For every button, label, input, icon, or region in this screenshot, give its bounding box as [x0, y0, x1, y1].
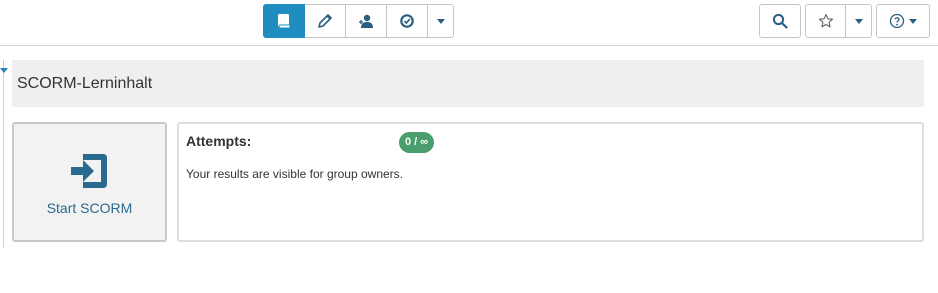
results-visibility-text: Your results are visible for group owner… [186, 167, 403, 181]
user-icon [359, 14, 373, 28]
bookmark-group [805, 4, 872, 38]
search-group [759, 4, 801, 38]
attempts-badge: 0 / ∞ [399, 132, 435, 153]
caret-down-icon [854, 18, 863, 24]
help-group [876, 4, 930, 38]
caret-down-icon [909, 18, 917, 24]
book-icon [278, 14, 291, 29]
help-icon [889, 13, 905, 29]
star-icon [818, 13, 833, 28]
view-content-button[interactable] [263, 4, 305, 38]
start-scorm-label: Start SCORM [46, 200, 133, 216]
more-actions-dropdown[interactable] [428, 4, 454, 38]
caret-down-icon [436, 18, 445, 24]
badge-check-icon [400, 14, 414, 28]
left-rail [0, 60, 4, 248]
help-dropdown[interactable] [876, 4, 930, 38]
search-icon [772, 13, 788, 29]
page-title: SCORM-Lerninhalt [17, 74, 153, 92]
learning-progress-button[interactable] [387, 4, 428, 38]
attempts-info-card: Attempts: 0 / ∞ Your results are visible… [177, 122, 924, 242]
start-scorm-button[interactable]: Start SCORM [12, 122, 167, 242]
participants-button[interactable] [346, 4, 387, 38]
tools-button-group [263, 4, 454, 38]
sign-in-icon [70, 154, 107, 188]
bookmark-button[interactable] [805, 4, 846, 38]
attempts-label: Attempts: [186, 133, 252, 149]
bookmark-dropdown[interactable] [846, 4, 872, 38]
search-button[interactable] [759, 4, 801, 38]
edit-button[interactable] [305, 4, 346, 38]
toolbar [0, 0, 938, 46]
pencil-icon [318, 14, 332, 28]
collapse-caret-icon[interactable] [0, 68, 8, 73]
page-title-bar: SCORM-Lerninhalt [12, 60, 924, 107]
